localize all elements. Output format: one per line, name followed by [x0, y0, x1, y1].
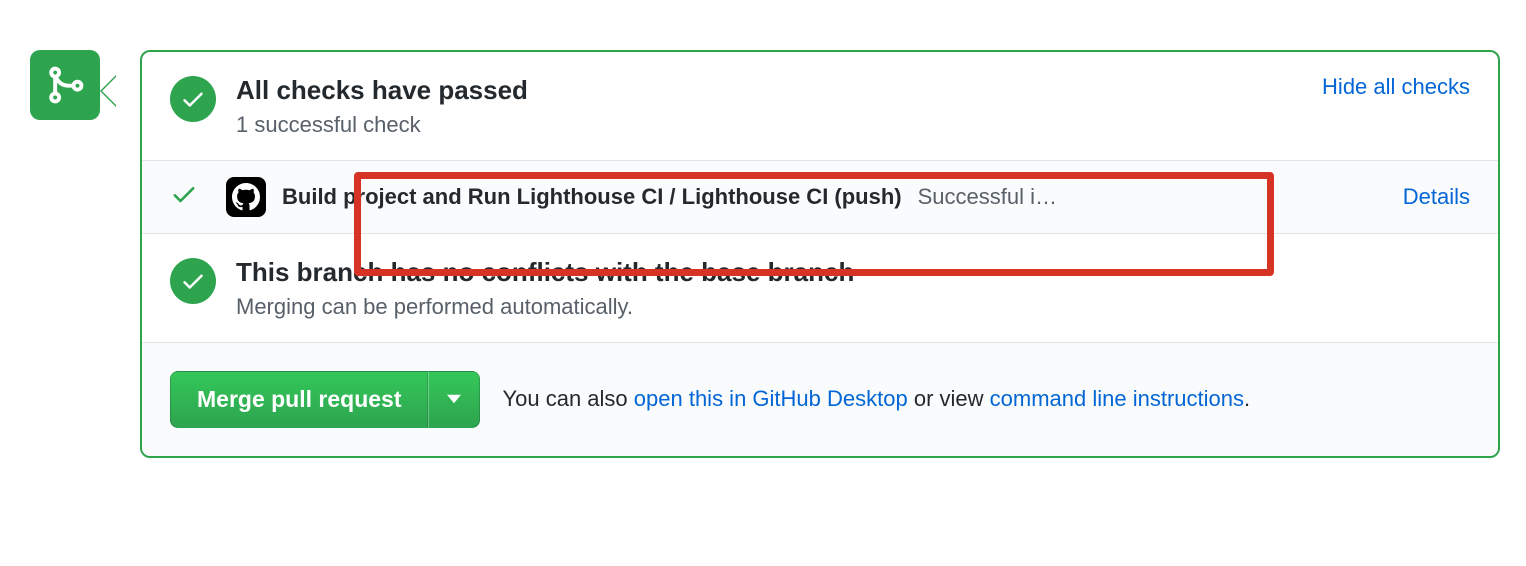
merge-conflict-section: This branch has no conflicts with the ba… [142, 234, 1498, 343]
checks-summary-section: All checks have passed 1 successful chec… [142, 52, 1498, 161]
conflict-subtitle: Merging can be performed automatically. [236, 294, 1470, 320]
conflict-title: This branch has no conflicts with the ba… [236, 256, 1470, 290]
check-details-link[interactable]: Details [1403, 184, 1470, 210]
help-text-prefix: You can also [502, 386, 633, 411]
check-icon [180, 268, 206, 294]
merge-pull-request-button[interactable]: Merge pull request [170, 371, 428, 428]
github-actions-avatar [226, 177, 266, 217]
success-status-icon [170, 258, 216, 304]
check-success-icon [170, 180, 198, 213]
check-item-row: Build project and Run Lighthouse CI / Li… [142, 161, 1498, 234]
command-line-instructions-link[interactable]: command line instructions [990, 386, 1244, 411]
checks-subtitle: 1 successful check [236, 112, 1322, 138]
panel-pointer-inner [102, 76, 117, 106]
merge-button-group: Merge pull request [170, 371, 480, 428]
toggle-checks-link[interactable]: Hide all checks [1322, 74, 1470, 100]
merge-help-text: You can also open this in GitHub Desktop… [502, 386, 1250, 412]
merge-options-dropdown[interactable] [428, 371, 480, 428]
open-github-desktop-link[interactable]: open this in GitHub Desktop [634, 386, 908, 411]
check-item-name[interactable]: Build project and Run Lighthouse CI / Li… [282, 184, 902, 210]
checks-title: All checks have passed [236, 74, 1322, 108]
success-status-icon [170, 76, 216, 122]
check-item-status: Successful i… [918, 184, 1057, 210]
merge-status-badge [30, 50, 100, 120]
merge-footer: Merge pull request You can also open thi… [142, 343, 1498, 456]
help-text-suffix: . [1244, 386, 1250, 411]
merge-panel: All checks have passed 1 successful chec… [140, 50, 1500, 458]
caret-down-icon [447, 394, 461, 404]
github-icon [232, 183, 260, 211]
help-text-mid: or view [908, 386, 990, 411]
check-icon [180, 86, 206, 112]
git-merge-icon [44, 64, 86, 106]
